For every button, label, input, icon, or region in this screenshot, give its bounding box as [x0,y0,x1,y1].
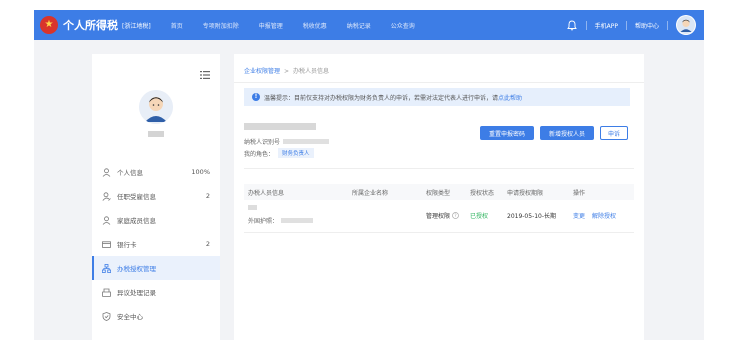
sidebar-item-security-center[interactable]: 安全中心 [92,304,220,328]
notice-banner: ! 温馨提示：目前仅支持对办税权限为财务负责人的申诉，若需对法定代表人进行申诉，… [244,88,630,106]
divider [585,20,587,30]
nav-tax-benefits[interactable]: 税收优惠 [303,21,327,30]
sidebar-item-label: 个人信息 [117,169,143,177]
family-icon [102,215,111,225]
shield-icon [102,311,111,321]
breadcrumb-current: 办税人员信息 [293,68,330,75]
user-avatar[interactable] [676,15,696,35]
column-header: 办税人员信息 [248,190,285,197]
role-row: 我的角色： 财务负责人 [244,148,314,158]
region-label: [浙江地税] [122,22,151,30]
card-icon [102,240,111,249]
divider [625,20,627,30]
sidebar-item-employment[interactable]: 任职受雇信息 2 [92,184,220,208]
sidebar-item-label: 任职受雇信息 [117,193,156,201]
sidebar-item-personal-info[interactable]: 个人信息 100% [92,160,220,184]
nav-tax-records[interactable]: 纳税记录 [347,21,371,30]
sidebar-item-label: 银行卡 [117,241,137,249]
sidebar: 个人信息 100% 任职受雇信息 2 家庭成员信息 银行卡 2 办税授权管理 异… [92,54,220,340]
top-navigation-bar: ★ 个人所得税 [浙江地税] 首页 专项附加扣除 申报管理 税收优惠 纳税记录 … [34,10,704,40]
column-header: 所属企业名称 [352,190,389,197]
column-header: 操作 [573,190,586,197]
menu-icon[interactable] [200,64,210,79]
help-icon[interactable]: ? [452,212,459,219]
bell-icon[interactable] [566,19,578,31]
person-id-row: 外国护照： [248,216,314,225]
taxpayer-id-label: 纳税人识别号 [244,139,281,146]
id-type-label: 外国护照： [248,218,279,225]
person-name-masked [248,205,257,212]
column-header: 权限类型 [426,190,451,197]
table-header: 办税人员信息 所属企业名称 权限类型 授权状态 申请授权期限 操作 [244,184,634,200]
main-panel: 企业权限管理 > 办税人员信息 ! 温馨提示：目前仅支持对办税权限为财务负责人的申诉… [234,54,644,340]
item-count: 2 [205,192,210,200]
table-row: 外国护照： 管理权限? 已授权 2019-05-10-长期 变更 解除授权 [244,202,634,230]
add-authorized-person-button[interactable]: 新增授权人员 [540,126,594,140]
sidebar-item-label: 安全中心 [117,313,143,321]
id-number-masked [281,218,314,223]
person-icon [102,167,111,177]
appeal-button[interactable]: 申诉 [600,126,628,140]
permission-type: 管理权限 [426,213,451,220]
authorization-status: 已授权 [470,213,489,220]
sidebar-item-tax-authorization[interactable]: 办税授权管理 [92,256,220,280]
role-label: 我的角色： [244,150,275,158]
org-icon [102,263,111,273]
taxpayer-id-masked [283,139,330,144]
divider [234,82,644,83]
permission-cell: 管理权限? [426,211,459,220]
column-header: 授权状态 [470,190,495,197]
sidebar-item-dispute-records[interactable]: 异议处理记录 [92,280,220,304]
change-link[interactable]: 变更 [573,211,585,220]
nav-home[interactable]: 首页 [171,21,183,30]
divider [244,232,634,233]
sidebar-item-family[interactable]: 家庭成员信息 [92,208,220,232]
authorization-period: 2019-05-10-长期 [507,213,557,220]
sidebar-item-label: 家庭成员信息 [117,217,156,225]
notice-text: 温馨提示：目前仅支持对办税权限为财务负责人的申诉，若需对法定代表人进行申诉，请 [264,94,499,102]
dispute-icon [102,288,111,297]
nav-public-query[interactable]: 公众查询 [391,21,415,30]
sidebar-item-label: 办税授权管理 [117,265,156,273]
divider [667,20,668,30]
company-name-masked [244,123,316,130]
header-actions: 手机APP 帮助中心 [566,10,704,40]
app-title: 个人所得税 [63,19,118,32]
reset-declaration-password-button[interactable]: 重置申报密码 [480,126,534,140]
divider [244,168,634,169]
role-tag: 财务负责人 [278,148,314,158]
help-center-link[interactable]: 帮助中心 [635,21,659,30]
taxpayer-id-row: 纳税人识别号 [244,137,330,146]
column-header: 申请授权期限 [507,190,544,197]
revoke-authorization-link[interactable]: 解除授权 [592,211,616,220]
nav-special-deduction[interactable]: 专项附加扣除 [203,21,239,30]
sidebar-item-bank-card[interactable]: 银行卡 2 [92,232,220,256]
profile-avatar [139,90,173,124]
breadcrumb-parent-link[interactable]: 企业权限管理 [244,68,280,75]
breadcrumb-separator: > [284,68,290,75]
breadcrumb: 企业权限管理 > 办税人员信息 [244,66,329,75]
person-work-icon [102,191,111,201]
info-icon: ! [252,93,260,101]
nav-declaration[interactable]: 申报管理 [259,21,283,30]
user-name-masked [148,131,164,137]
mobile-app-link[interactable]: 手机APP [595,21,618,30]
item-count: 2 [205,240,210,248]
sidebar-item-label: 异议处理记录 [117,289,156,297]
national-emblem-icon: ★ [40,16,58,34]
completion-percent: 100% [191,168,210,176]
notice-help-link[interactable]: 点此帮助 [498,93,522,102]
main-nav: 首页 专项附加扣除 申报管理 税收优惠 纳税记录 公众查询 [171,21,435,30]
